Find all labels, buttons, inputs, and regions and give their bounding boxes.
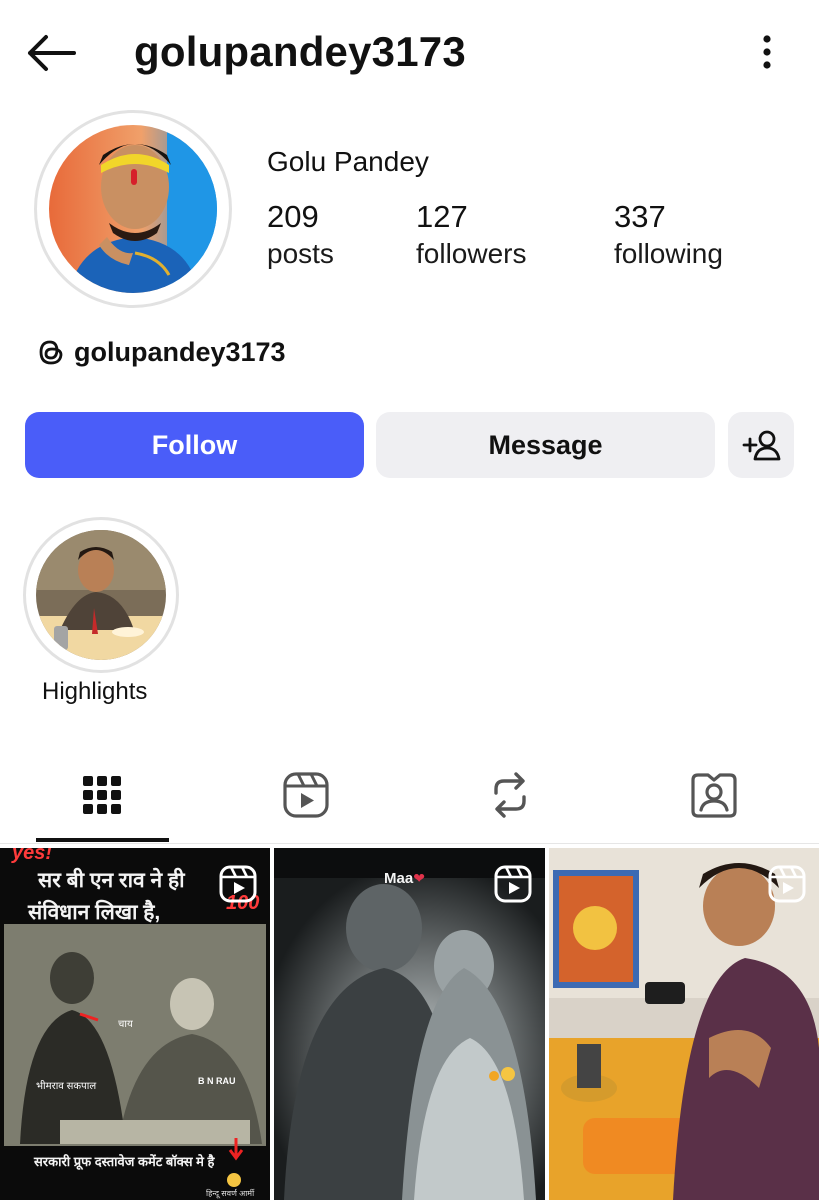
post-thumbnail[interactable]: yes! सर बी एन राव ने ही संविधान लिखा है,…: [0, 848, 270, 1200]
posts-count: 209: [267, 199, 319, 234]
posts-label: posts: [267, 238, 334, 269]
profile-avatar[interactable]: [34, 110, 232, 308]
post-credit: हिन्दू सवर्ण आर्मी: [206, 1189, 255, 1198]
profile-display-name: Golu Pandey: [267, 146, 429, 177]
reel-badge-icon: [219, 865, 257, 903]
reposts-icon: [494, 772, 526, 818]
suggested-users-button[interactable]: [728, 412, 794, 478]
heart-icon: ❤: [413, 870, 425, 886]
post-tag-bnrau: B N RAU: [198, 1076, 236, 1086]
following-label: following: [614, 238, 723, 269]
highlight-label: Highlights: [42, 678, 148, 705]
post-thumbnail[interactable]: [549, 848, 819, 1200]
profile-tabs: [0, 748, 819, 844]
reel-badge-icon: [494, 865, 532, 903]
post-thumbnail[interactable]: Maa❤: [274, 848, 545, 1200]
active-tab-indicator: [36, 838, 169, 842]
avatar-image: [49, 125, 217, 293]
tab-reels[interactable]: [204, 748, 408, 842]
back-button[interactable]: [22, 28, 78, 78]
threads-link[interactable]: golupandey3173: [36, 334, 286, 370]
threads-handle: golupandey3173: [74, 336, 286, 367]
message-button[interactable]: Message: [376, 412, 715, 478]
post-caption-line-2: संविधान लिखा है,: [28, 901, 161, 924]
post-caption-line-1: सर बी एन राव ने ही: [38, 869, 185, 892]
reel-badge-icon: [768, 865, 806, 903]
post-caption-maa: Maa❤: [384, 870, 425, 887]
top-bar: golupandey3173: [0, 0, 819, 105]
reels-icon: [283, 772, 329, 818]
posts-grid: yes! सर बी एन राव ने ही संविधान लिखा है,…: [0, 848, 819, 1200]
stat-posts[interactable]: 209 posts: [267, 198, 334, 272]
stat-following[interactable]: 337 following: [614, 198, 723, 272]
add-person-icon: [742, 430, 781, 461]
tagged-icon: [691, 773, 737, 818]
post-tag-chai: चाय: [118, 1019, 133, 1030]
post-caption-text: Maa: [384, 870, 414, 887]
threads-icon: [39, 340, 63, 365]
more-options-button[interactable]: [755, 30, 779, 74]
grid-icon: [83, 776, 121, 814]
story-highlight[interactable]: [23, 517, 179, 673]
follow-button[interactable]: Follow: [25, 412, 364, 478]
vertical-dots-icon: [763, 35, 771, 69]
stat-followers[interactable]: 127 followers: [416, 198, 526, 272]
arrow-left-icon: [28, 35, 76, 71]
followers-label: followers: [416, 238, 527, 269]
tab-tagged[interactable]: [612, 748, 816, 842]
tab-reposts[interactable]: [408, 748, 612, 842]
highlight-cover-image: [36, 530, 166, 660]
post-tag-name: भीमराव सकपाल: [36, 1081, 97, 1092]
profile-username-title: golupandey3173: [134, 28, 466, 75]
post-caption-bottom: सरकारी प्रूफ दस्तावेज कमेंट बॉक्स मे है: [34, 1154, 215, 1169]
followers-count: 127: [416, 199, 468, 234]
post-corner-tag: yes!: [12, 848, 53, 864]
tab-posts-grid[interactable]: [0, 748, 204, 842]
following-count: 337: [614, 199, 666, 234]
